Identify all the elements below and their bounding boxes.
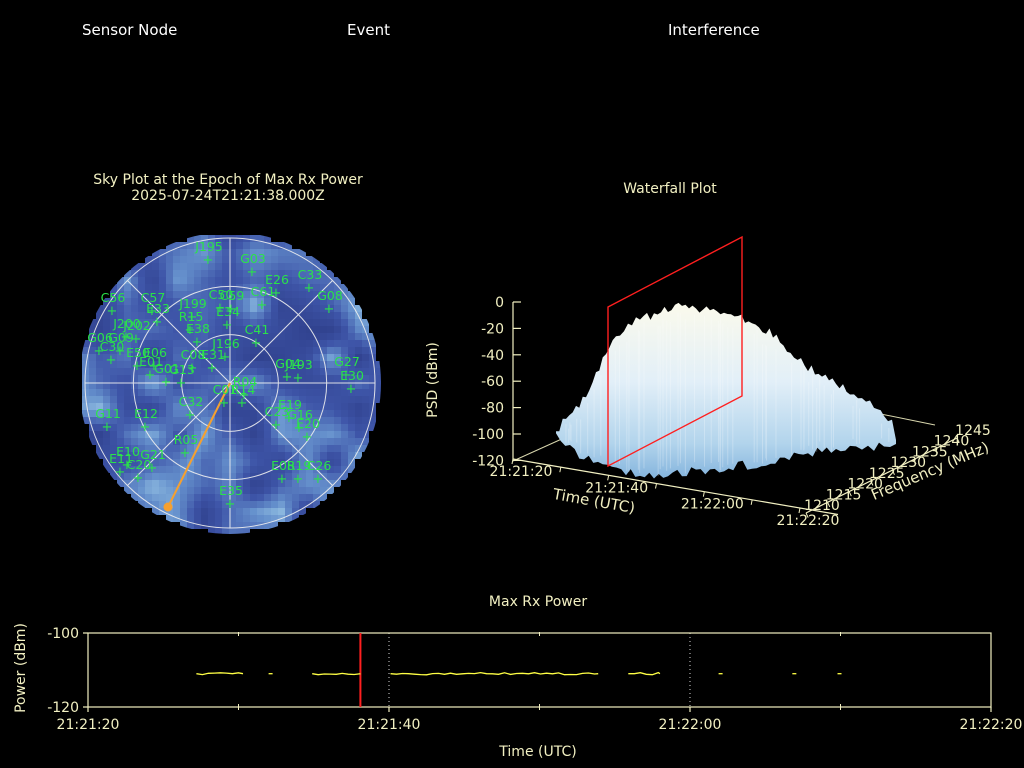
satellite-plus-marker: + bbox=[277, 472, 288, 487]
satellite-plus-marker: + bbox=[106, 353, 117, 368]
satellite-label: J193 bbox=[284, 357, 313, 372]
satellite-plus-marker: + bbox=[207, 361, 218, 376]
power-series bbox=[196, 671, 842, 676]
waterfall-surface bbox=[556, 302, 896, 479]
satellite-plus-marker: + bbox=[222, 318, 233, 333]
satellite-plus-marker: + bbox=[282, 370, 293, 385]
satellite-plus-marker: + bbox=[313, 472, 324, 487]
svg-text:-60: -60 bbox=[481, 374, 504, 390]
satellite-label: E34 bbox=[216, 304, 240, 319]
psd-axis bbox=[512, 301, 521, 461]
satellite-label: G11 bbox=[95, 406, 121, 421]
power-timeseries-plot: -100 -12021:21:20 21:21:40 21:22:00 21:22:20 bbox=[47, 626, 1022, 733]
svg-text:1245: 1245 bbox=[955, 423, 991, 439]
satellite-label: C01 bbox=[213, 382, 238, 397]
satellite-plus-marker: + bbox=[225, 497, 236, 512]
svg-text:-120: -120 bbox=[47, 700, 79, 716]
satellite-label: E20 bbox=[296, 416, 320, 431]
waterfall-plot: 0-20-40-60-80-100-12021:21:2021:21:4021:… bbox=[472, 235, 991, 529]
satellite-label: C41 bbox=[245, 322, 270, 337]
svg-text:21:22:20: 21:22:20 bbox=[777, 513, 840, 529]
plots-canvas: J195+ G03+ C33+E26+ G08+C56+C57+C50+C59+C61… bbox=[47, 235, 1022, 733]
satellite-plus-marker: + bbox=[203, 253, 214, 268]
svg-text:-100: -100 bbox=[47, 626, 79, 642]
satellite-label: C56 bbox=[101, 290, 126, 305]
satellite-plus-marker: + bbox=[247, 265, 258, 280]
x-tick-labels: 21:21:20 21:21:40 21:22:00 21:22:20 bbox=[57, 717, 1023, 733]
satellite-label: C32 bbox=[179, 394, 204, 409]
satellite-label: C59 bbox=[220, 288, 245, 303]
satellite-plus-marker: + bbox=[115, 465, 126, 480]
satellite-plus-marker: + bbox=[271, 418, 282, 433]
jammer-dot bbox=[163, 502, 173, 512]
satellite-plus-marker: + bbox=[293, 472, 304, 487]
svg-text:21:21:40: 21:21:40 bbox=[585, 480, 648, 496]
satellite-label: C61 bbox=[251, 284, 276, 299]
satellite-label: C30 bbox=[100, 339, 125, 354]
satellite-label: E35 bbox=[219, 483, 243, 498]
svg-text:-80: -80 bbox=[481, 401, 504, 417]
y-tick-labels: -100 -120 bbox=[47, 626, 79, 716]
svg-text:-40: -40 bbox=[481, 348, 504, 364]
satellite-plus-marker: + bbox=[302, 430, 313, 445]
satellite-label: E12 bbox=[134, 406, 158, 421]
svg-text:-100: -100 bbox=[472, 427, 504, 443]
satellite-label: G03 bbox=[240, 251, 266, 266]
satellite-plus-marker: + bbox=[251, 336, 262, 351]
satellite-label: G27 bbox=[334, 354, 360, 369]
satellite-plus-marker: + bbox=[324, 302, 335, 317]
satellite-plus-marker: + bbox=[180, 446, 191, 461]
svg-text:21:22:20: 21:22:20 bbox=[960, 717, 1023, 733]
satellite-label: E33 bbox=[146, 301, 170, 316]
satellite-plus-marker: + bbox=[237, 396, 248, 411]
satellite-plus-marker: + bbox=[102, 420, 113, 435]
satellite-plus-marker: + bbox=[346, 382, 357, 397]
svg-text:21:21:20: 21:21:20 bbox=[490, 464, 553, 480]
satellite-label: C26 bbox=[307, 458, 332, 473]
satellite-plus-marker: + bbox=[161, 375, 172, 390]
satellite-label: G13 bbox=[169, 362, 195, 377]
plot-frame bbox=[87, 632, 992, 708]
satellite-label: C20 bbox=[127, 457, 152, 472]
psd-tick-labels: 0-20-40-60-80-100-120 bbox=[472, 295, 504, 469]
satellite-label: E31 bbox=[201, 347, 225, 362]
satellite-plus-marker: + bbox=[133, 471, 144, 486]
svg-text:-20: -20 bbox=[481, 321, 504, 337]
app-window: Sensor Node Event Interference Name KEPK_… bbox=[0, 0, 1024, 768]
satellite-label: C23 bbox=[265, 404, 290, 419]
satellite-label: E38 bbox=[186, 321, 210, 336]
sky-plot: J195+ G03+ C33+E26+ G08+C56+C57+C50+C59+C61… bbox=[82, 235, 381, 534]
satellite-plus-marker: + bbox=[304, 281, 315, 296]
satellite-plus-marker: + bbox=[176, 376, 187, 391]
svg-text:0: 0 bbox=[495, 295, 504, 311]
satellite-label: C33 bbox=[298, 267, 323, 282]
svg-text:21:22:00: 21:22:00 bbox=[681, 497, 744, 513]
satellite-plus-marker: + bbox=[185, 408, 196, 423]
satellite-plus-marker: + bbox=[219, 396, 230, 411]
satellite-label: E30 bbox=[340, 368, 364, 383]
satellite-label: J195 bbox=[194, 239, 223, 254]
satellite-plus-marker: + bbox=[140, 420, 151, 435]
svg-text:21:21:20: 21:21:20 bbox=[57, 717, 120, 733]
satellite-label: R05 bbox=[174, 432, 199, 447]
satellite-label: G08 bbox=[317, 288, 343, 303]
svg-text:21:21:40: 21:21:40 bbox=[358, 717, 421, 733]
satellite-plus-marker: + bbox=[257, 298, 268, 313]
svg-text:21:22:00: 21:22:00 bbox=[659, 717, 722, 733]
satellite-plus-marker: + bbox=[293, 371, 304, 386]
satellite-plus-marker: + bbox=[152, 315, 163, 330]
